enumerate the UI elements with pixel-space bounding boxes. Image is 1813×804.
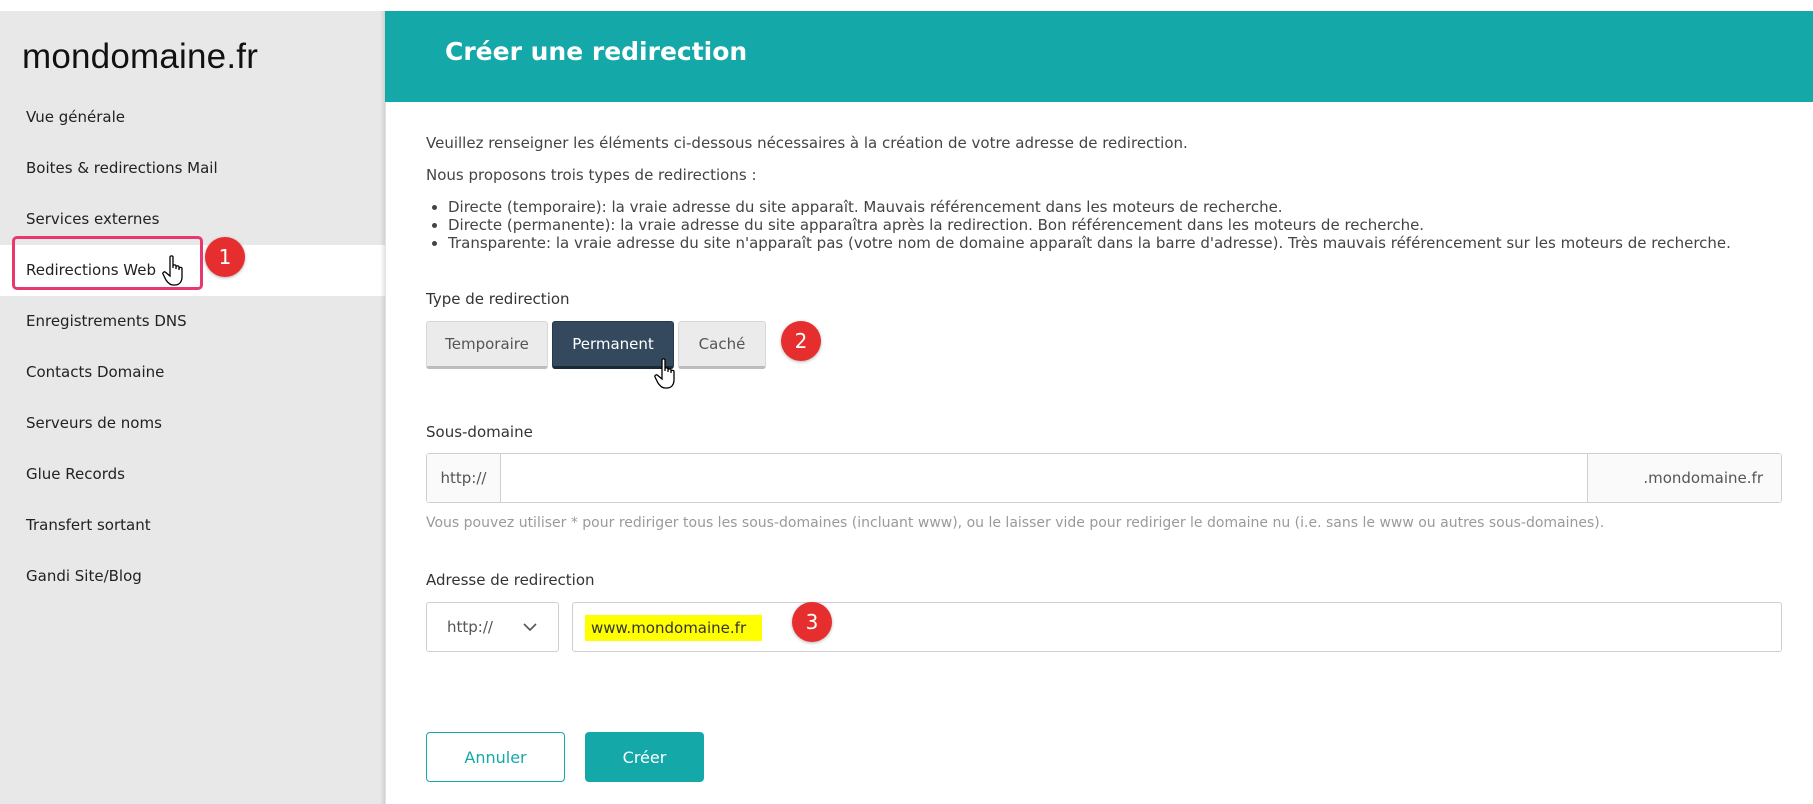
sidebar-item-redirections-web[interactable]: Redirections Web <box>0 245 385 296</box>
sidebar-item-label: Vue générale <box>26 108 125 126</box>
list-item: Directe (permanente): la vraie adresse d… <box>448 216 1731 234</box>
subdomain-input[interactable] <box>501 454 1587 502</box>
sidebar-item-serveurs-noms[interactable]: Serveurs de noms <box>0 398 385 449</box>
annotation-badge-3: 3 <box>792 602 832 642</box>
cache-button[interactable]: Caché <box>678 321 766 369</box>
annotation-badge-2: 2 <box>781 321 821 361</box>
page-header: Créer une redirection <box>385 11 1813 102</box>
protocol-select[interactable]: http:// <box>426 602 559 652</box>
subdomain-suffix: .mondomaine.fr <box>1587 454 1781 502</box>
sidebar-item-label: Glue Records <box>26 465 125 483</box>
list-item: Directe (temporaire): la vraie adresse d… <box>448 198 1731 216</box>
page-title: Créer une redirection <box>445 37 748 66</box>
permanent-button[interactable]: Permanent <box>552 321 674 369</box>
sidebar-item-transfert[interactable]: Transfert sortant <box>0 500 385 551</box>
sidebar-item-label: Transfert sortant <box>26 516 151 534</box>
redirect-type-label: Type de redirection <box>426 290 570 308</box>
sidebar-item-mail[interactable]: Boites & redirections Mail <box>0 143 385 194</box>
protocol-select-value: http:// <box>447 618 493 636</box>
subdomain-input-group: http:// .mondomaine.fr <box>426 453 1782 503</box>
create-button[interactable]: Créer <box>585 732 704 782</box>
sidebar-shadow <box>380 11 386 804</box>
sidebar-item-gandi-site[interactable]: Gandi Site/Blog <box>0 551 385 602</box>
temporaire-button[interactable]: Temporaire <box>426 321 548 369</box>
sidebar: mondomaine.fr Vue générale Boites & redi… <box>0 11 385 804</box>
sidebar-item-label: Serveurs de noms <box>26 414 162 432</box>
sidebar-item-label: Contacts Domaine <box>26 363 165 381</box>
sidebar-item-label: Gandi Site/Blog <box>26 567 142 585</box>
redirect-address-label: Adresse de redirection <box>426 571 595 589</box>
redirect-types-list: Directe (temporaire): la vraie adresse d… <box>448 198 1731 252</box>
sidebar-item-label: Boites & redirections Mail <box>26 159 218 177</box>
subdomain-help-text: Vous pouvez utiliser * pour rediriger to… <box>426 515 1605 531</box>
sidebar-item-services-externes[interactable]: Services externes <box>0 194 385 245</box>
list-item: Transparente: la vraie adresse du site n… <box>448 234 1731 252</box>
sidebar-item-contacts[interactable]: Contacts Domaine <box>0 347 385 398</box>
sidebar-item-label: Enregistrements DNS <box>26 312 187 330</box>
redirect-address-input[interactable]: www.mondomaine.fr <box>572 602 1782 652</box>
sidebar-item-vue-generale[interactable]: Vue générale <box>0 92 385 143</box>
sidebar-item-label: Services externes <box>26 210 160 228</box>
sidebar-item-label: Redirections Web <box>26 261 156 279</box>
brand-title: mondomaine.fr <box>22 37 259 76</box>
intro-text: Veuillez renseigner les éléments ci-dess… <box>426 134 1188 152</box>
sidebar-item-glue-records[interactable]: Glue Records <box>0 449 385 500</box>
redirect-type-selector: Temporaire Permanent Caché <box>426 321 766 369</box>
sidebar-item-dns[interactable]: Enregistrements DNS <box>0 296 385 347</box>
sidebar-nav: Vue générale Boites & redirections Mail … <box>0 92 385 602</box>
subdomain-prefix: http:// <box>427 454 501 502</box>
chevron-down-icon <box>523 623 537 632</box>
cancel-button[interactable]: Annuler <box>426 732 565 782</box>
redirect-address-value: www.mondomaine.fr <box>585 615 763 641</box>
annotation-badge-1: 1 <box>205 237 245 277</box>
subdomain-label: Sous-domaine <box>426 423 533 441</box>
intro-types-text: Nous proposons trois types de redirectio… <box>426 166 757 184</box>
